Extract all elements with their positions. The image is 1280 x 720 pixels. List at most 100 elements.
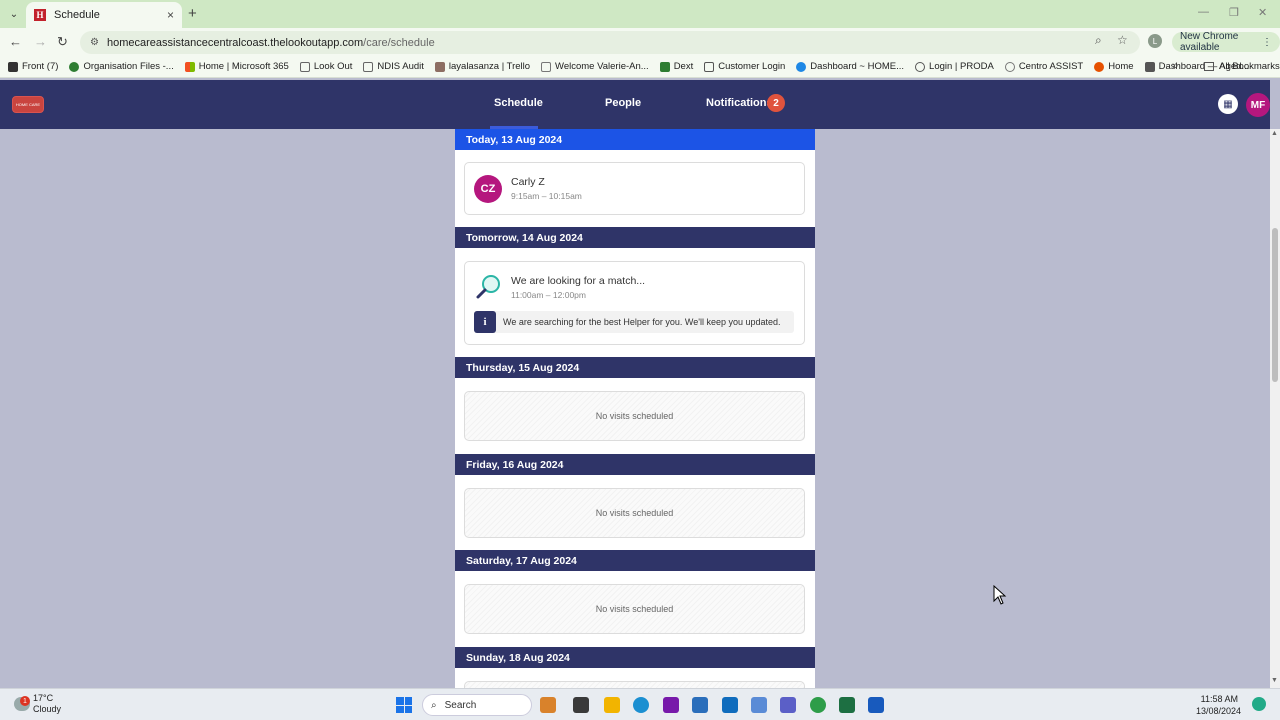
task-view-icon[interactable] [573,697,589,713]
mouse-cursor-icon [993,585,1007,605]
nav-schedule[interactable]: Schedule [494,97,543,109]
bookmark-item[interactable]: layalasanza | Trello [434,61,531,72]
files-icon [69,61,80,72]
trello-icon [434,61,445,72]
match-card[interactable]: We are looking for a match... 11:00am – … [464,261,805,345]
bookmark-item[interactable]: Look Out [299,61,353,72]
restore-icon[interactable]: ❐ [1229,6,1239,19]
system-clock[interactable]: 11:58 AM 13/08/2024 [1196,693,1241,717]
taskbar-search[interactable]: ⌕ Search [422,694,532,716]
bookmark-item[interactable]: Dext [659,61,694,72]
store-icon[interactable] [692,697,708,713]
bookmarks-overflow-icon[interactable]: » [1172,60,1178,72]
bookmark-label: Look Out [313,61,353,72]
site-info-icon[interactable]: ⚙ [90,37,99,48]
address-bar[interactable]: ⚙ homecareassistancecentralcoast.thelook… [80,31,1140,54]
edge-icon[interactable] [633,697,649,713]
bookmark-label: layalasanza | Trello [448,61,531,72]
login-icon [704,61,715,72]
bookmark-item[interactable]: Centro ASSIST [1004,61,1084,72]
minimize-icon[interactable]: — [1198,6,1209,18]
cloud-icon: 1 [14,696,30,711]
bookmark-item[interactable]: Home [1094,61,1134,72]
logo-text: HOME CARE [15,102,41,107]
empty-text: No visits scheduled [595,508,674,518]
copilot-icon[interactable] [1252,697,1266,711]
match-time: 11:00am – 12:00pm [511,290,586,300]
weather-alert-badge: 1 [20,696,30,706]
day-header-today: Today, 13 Aug 2024 [455,129,815,150]
outlook-icon[interactable] [722,697,738,713]
zoom-search-icon[interactable]: ⌕ [1095,33,1102,48]
bookmark-label: Dashboard ~ HOME... [810,61,905,72]
empty-day-card: No visits scheduled [464,584,805,634]
bookmark-item[interactable]: Dashboard ~ HOME... [796,61,904,72]
new-chrome-button[interactable]: New Chrome available ⋮ [1172,31,1280,53]
bookmark-label: Dext [673,61,694,72]
bookmark-label: NDIS Audit [377,61,424,72]
scroll-down-arrow-icon[interactable]: ▼ [1271,677,1278,684]
profile-avatar[interactable]: L [1148,34,1162,48]
nav-people[interactable]: People [605,97,641,109]
magnifier-icon [476,275,500,299]
page-scrollbar[interactable] [1270,129,1280,688]
match-info-bar: i We are searching for the best Helper f… [474,311,794,333]
day-header-tomorrow: Tomorrow, 14 Aug 2024 [455,227,815,248]
bookmark-item[interactable]: NDIS Audit [363,61,424,72]
reload-icon[interactable]: ↻ [57,34,68,50]
windows-start-icon[interactable] [396,697,412,713]
empty-text: No visits scheduled [595,604,674,614]
close-icon[interactable]: × [167,8,174,22]
home-icon [1094,61,1105,72]
all-bookmarks-label: All Bookmarks [1219,61,1280,72]
scroll-up-arrow-icon[interactable]: ▲ [1271,130,1278,137]
hca-favicon-icon: H [34,9,46,21]
empty-day-card: No visits scheduled [464,391,805,441]
excel-icon[interactable] [839,697,855,713]
bookmark-star-icon[interactable]: ☆ [1117,33,1128,47]
new-chrome-label: New Chrome available [1180,31,1239,53]
file-explorer-icon[interactable] [604,697,620,713]
taskbar-search-label: Search [444,699,477,711]
onenote-icon[interactable] [663,697,679,713]
home-care-logo[interactable]: HOME CARE [12,96,44,113]
window-close-icon[interactable]: ✕ [1258,6,1267,19]
calendar-icon[interactable]: ▦ [1218,94,1238,114]
bookmark-label: Welcome Valerie-An... [555,61,649,72]
more-vert-icon[interactable]: ⋮ [1262,37,1272,48]
day-header-friday: Friday, 16 Aug 2024 [455,454,815,475]
browser-tab-bar: ⌄ H Schedule × + — ❐ ✕ [0,0,1280,28]
aged-icon [1144,61,1155,72]
bookmarks-bar: Front (7) Organisation Files -... Home |… [0,56,1280,78]
microsoft-icon [184,61,195,72]
empty-text: No visits scheduled [595,411,674,421]
tab-schedule[interactable]: H Schedule × [26,2,182,28]
user-avatar[interactable]: MF [1246,93,1270,117]
forward-arrow-icon[interactable]: → [34,34,47,49]
back-arrow-icon[interactable]: ← [9,34,22,49]
tab-search-icon[interactable]: ⌄ [6,6,22,22]
scrollbar-thumb[interactable] [1272,228,1278,382]
centro-icon [1004,61,1015,72]
bookmark-item[interactable]: Organisation Files -... [69,61,174,72]
all-bookmarks-button[interactable]: All Bookmarks [1204,61,1280,72]
bookmark-item[interactable]: Welcome Valerie-An... [541,61,649,72]
notifications-count-badge: 2 [767,94,785,112]
weather-widget[interactable]: 1 17°C Cloudy [14,693,61,715]
nav-notifications[interactable]: Notifications [706,97,773,109]
bookmark-item[interactable]: Home | Microsoft 365 [184,61,289,72]
bookmark-label: Centro ASSIST [1018,61,1084,72]
new-tab-plus-icon[interactable]: + [188,5,197,22]
chrome-icon[interactable] [810,697,826,713]
teams-icon[interactable] [780,697,796,713]
briefcase-app-icon[interactable] [540,697,556,713]
snipping-tool-icon[interactable] [751,697,767,713]
bookmark-item[interactable]: Login | PRODA [915,61,994,72]
visit-card[interactable]: CZ Carly Z 9:15am – 10:15am [464,162,805,215]
bookmark-item[interactable]: Front (7) [8,61,58,72]
windows-taskbar: 1 17°C Cloudy ⌕ Search 11:58 AM 13/08/20… [0,688,1280,720]
visit-time: 9:15am – 10:15am [511,191,582,201]
folder-icon [363,61,374,72]
bookmark-item[interactable]: Customer Login [704,61,785,72]
word-icon[interactable] [868,697,884,713]
